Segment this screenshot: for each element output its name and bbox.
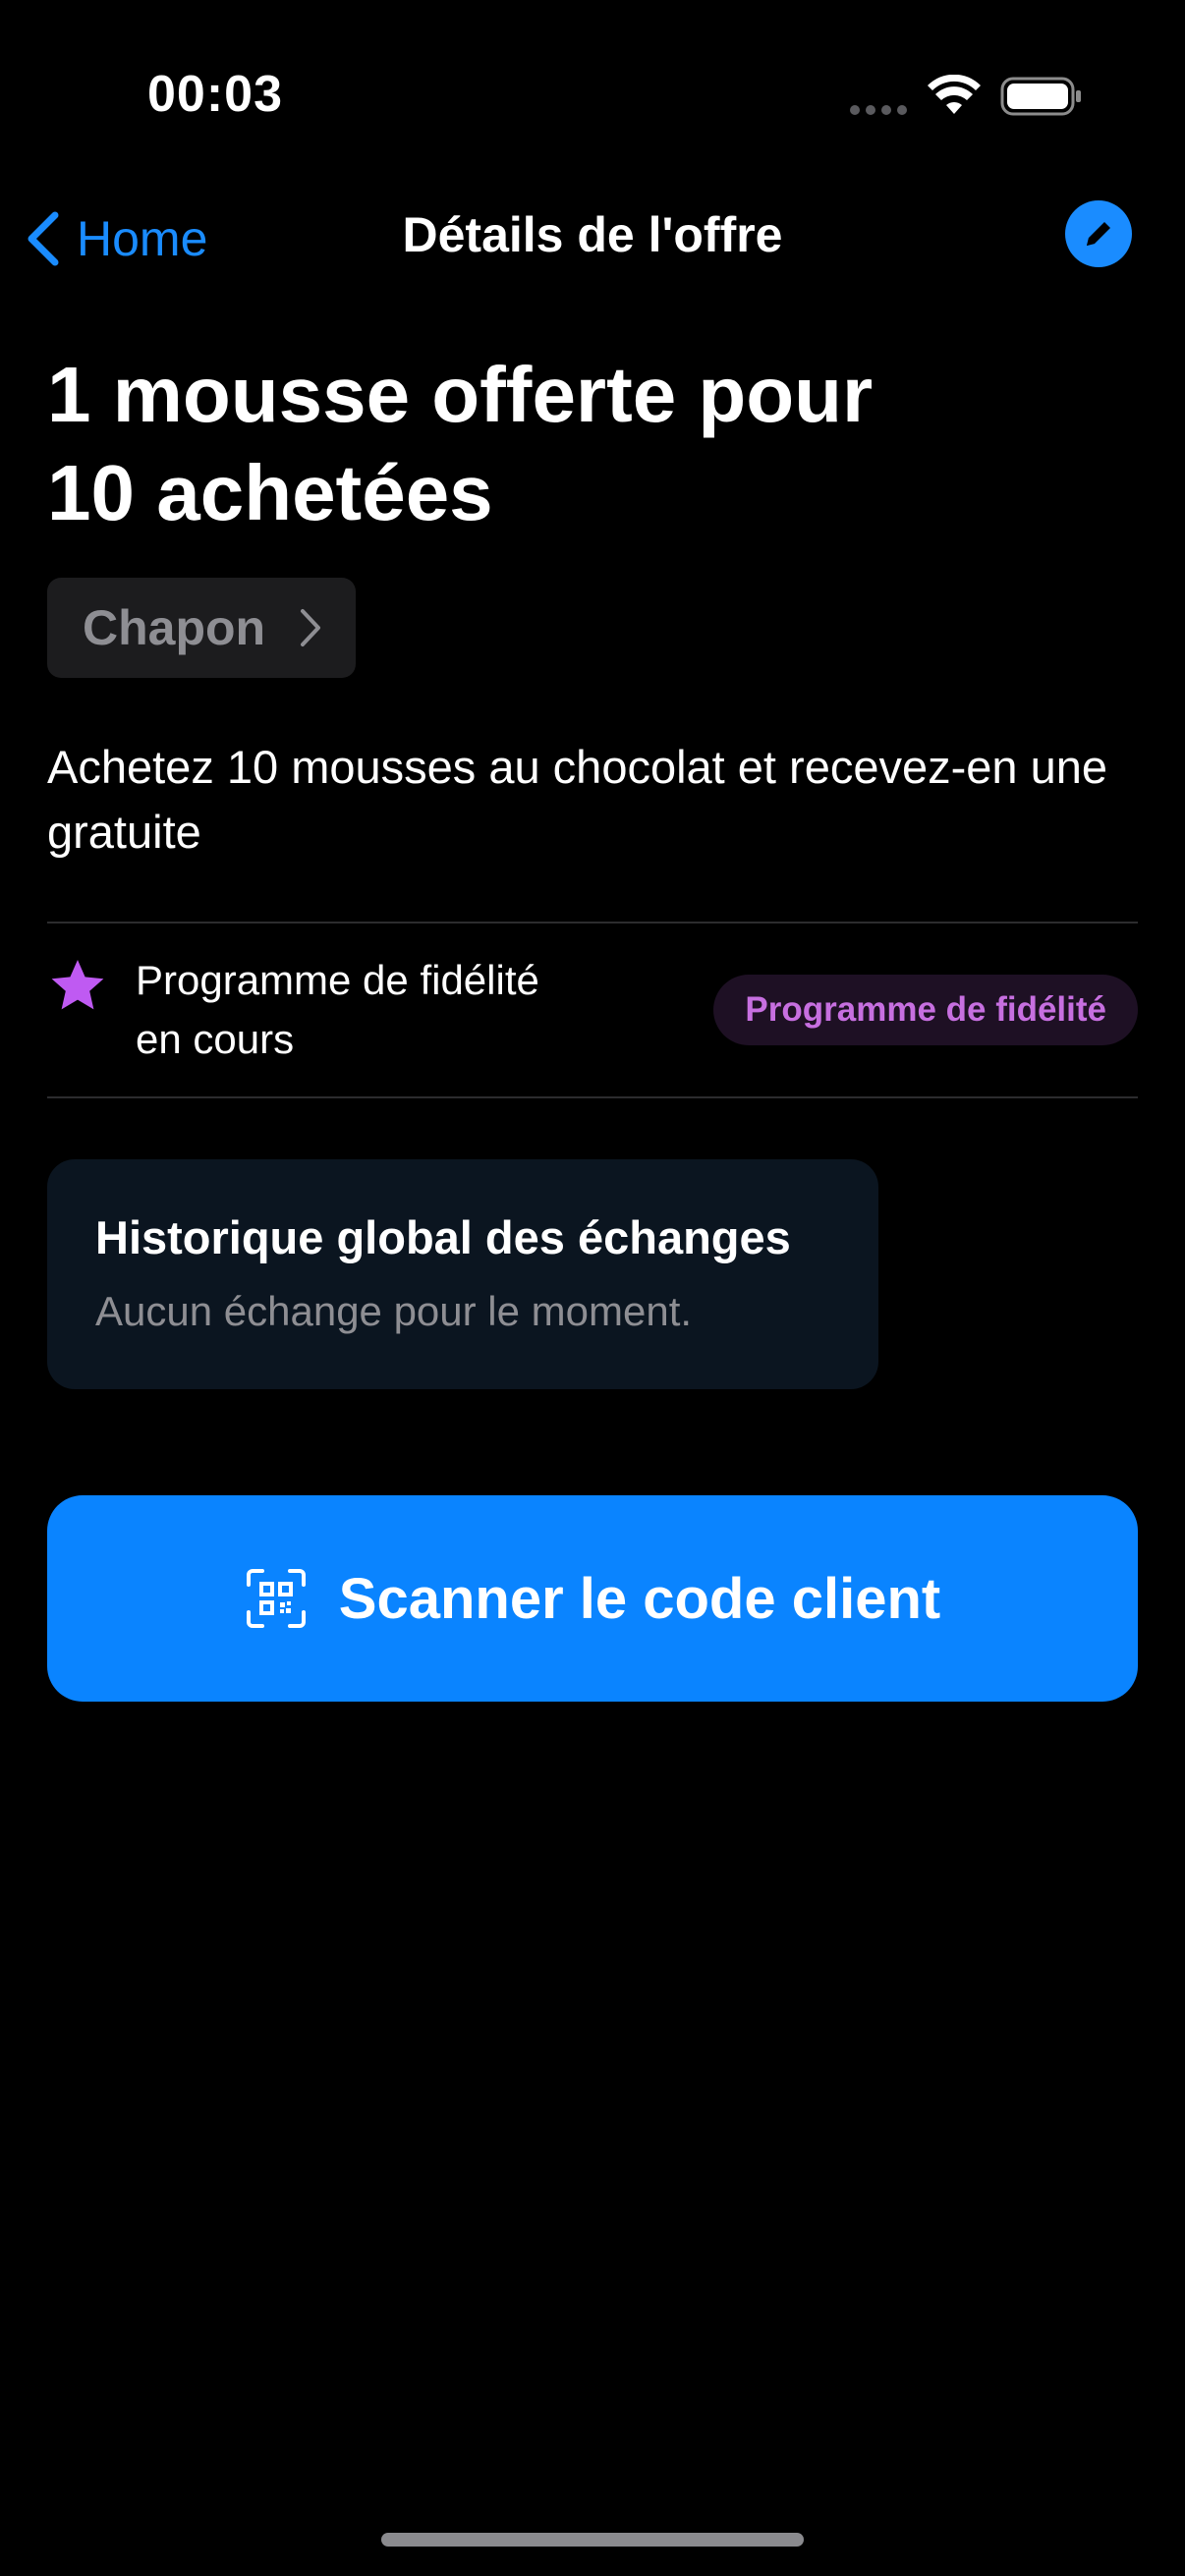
divider (47, 1096, 1138, 1098)
wifi-icon (928, 75, 981, 114)
cellular-signal-icon (850, 105, 907, 115)
merchant-link[interactable]: Chapon (47, 578, 356, 678)
status-time: 00:03 (147, 66, 283, 123)
history-card: Historique global des échanges Aucun éch… (47, 1159, 878, 1389)
offer-title-line: 10 achetées (47, 449, 493, 536)
scan-client-code-button[interactable]: Scanner le code client (47, 1495, 1138, 1702)
navigation-bar: Home Détails de l'offre (0, 187, 1185, 295)
scan-button-label: Scanner le code client (338, 1566, 941, 1631)
star-icon (51, 960, 104, 1010)
history-title: Historique global des échanges (95, 1211, 791, 1263)
merchant-name: Chapon (83, 600, 266, 655)
offer-title: 1 mousse offerte pour 10 achetées (47, 346, 1128, 542)
nav-title: Détails de l'offre (402, 207, 783, 262)
divider (47, 922, 1138, 924)
offer-description: Achetez 10 mousses au chocolat et receve… (47, 741, 1108, 858)
program-type-badge: Programme de fidélité (713, 975, 1138, 1045)
qr-code-icon (246, 1569, 306, 1628)
history-empty-message: Aucun échange pour le moment. (95, 1288, 693, 1334)
edit-button[interactable] (1065, 200, 1132, 267)
home-indicator (381, 2533, 804, 2547)
pencil-icon (1087, 222, 1110, 246)
program-status-line: en cours (136, 1016, 295, 1062)
chevron-right-icon (301, 609, 320, 646)
program-status-text: Programme de fidélité en cours (136, 951, 686, 1069)
program-status-line: Programme de fidélité (136, 957, 539, 1003)
program-status-row: Programme de fidélité en cours Programme… (47, 951, 1138, 1069)
offer-title-line: 1 mousse offerte pour (47, 351, 874, 438)
status-bar: 00:03 (0, 0, 1185, 187)
battery-icon (1000, 77, 1081, 116)
